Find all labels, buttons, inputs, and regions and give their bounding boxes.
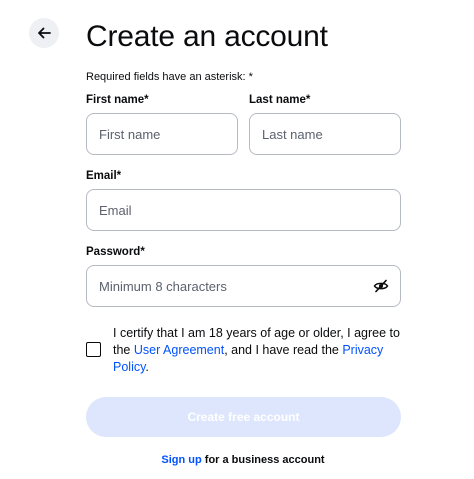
create-account-button[interactable]: Create free account <box>86 397 401 437</box>
back-button[interactable] <box>29 18 59 48</box>
first-name-field-wrapper <box>86 113 238 155</box>
email-field[interactable] <box>99 190 388 230</box>
last-name-field-wrapper <box>249 113 401 155</box>
password-label: Password* <box>86 246 145 258</box>
last-name-field[interactable] <box>262 114 388 154</box>
certify-text: I certify that I am 18 years of age or o… <box>113 325 403 376</box>
arrow-left-icon <box>38 27 51 39</box>
certify-checkbox[interactable] <box>86 342 101 357</box>
certify-text-middle: , and I have read the <box>224 343 343 357</box>
user-agreement-link[interactable]: User Agreement <box>134 343 224 357</box>
last-name-label: Last name* <box>249 94 311 106</box>
certify-text-after: . <box>145 360 149 374</box>
required-fields-note: Required fields have an asterisk: * <box>86 71 253 83</box>
email-field-wrapper <box>86 189 401 231</box>
business-signup-link[interactable]: Sign up <box>161 454 201 466</box>
first-name-label: First name* <box>86 94 149 106</box>
page-title: Create an account <box>86 20 328 53</box>
password-field[interactable] <box>99 266 364 306</box>
eye-slash-icon[interactable] <box>373 278 389 294</box>
password-field-wrapper <box>86 265 401 307</box>
business-signup-text: Sign up for a business account <box>0 454 474 466</box>
email-label: Email* <box>86 170 122 182</box>
business-signup-rest: for a business account <box>201 454 325 466</box>
first-name-field[interactable] <box>99 114 225 154</box>
create-account-page: Create an account Required fields have a… <box>0 0 474 479</box>
